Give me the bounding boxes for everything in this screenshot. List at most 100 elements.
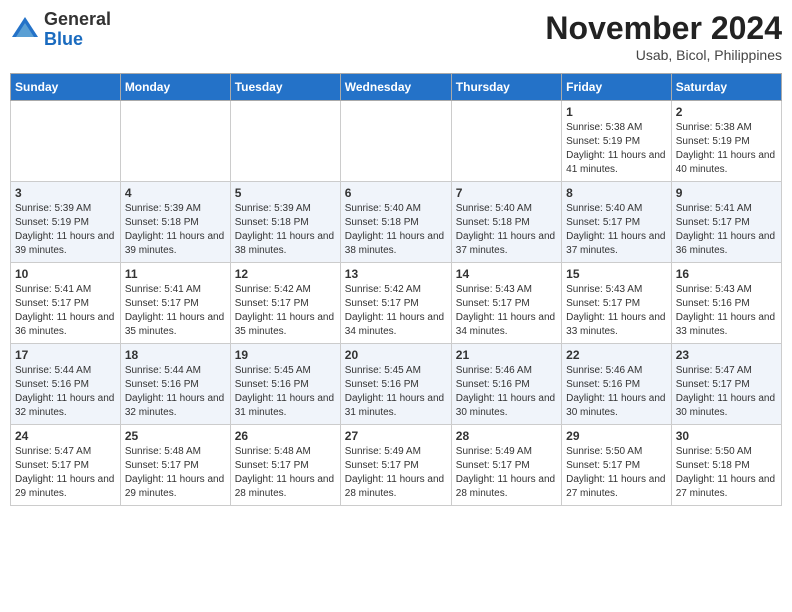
- day-info: Sunrise: 5:39 AM Sunset: 5:19 PM Dayligh…: [15, 202, 116, 258]
- calendar-cell: 8 Sunrise: 5:40 AM Sunset: 5:17 PM Daylig…: [562, 182, 672, 263]
- calendar-cell: 22 Sunrise: 5:46 AM Sunset: 5:16 PM Dayli…: [562, 344, 672, 425]
- day-info: Sunrise: 5:48 AM Sunset: 5:17 PM Dayligh…: [125, 445, 226, 501]
- day-number: 26: [235, 429, 336, 443]
- logo-blue: Blue: [44, 30, 111, 50]
- calendar-cell: 12Sunrise: 5:42 AM Sunset: 5:17 PM Dayli…: [230, 263, 340, 344]
- day-info: Sunrise: 5:40 AM Sunset: 5:17 PM Dayligh…: [566, 202, 667, 258]
- calendar-cell: 6 Sunrise: 5:40 AM Sunset: 5:18 PM Daylig…: [340, 182, 451, 263]
- calendar-cell: [340, 101, 451, 182]
- day-info: Sunrise: 5:41 AM Sunset: 5:17 PM Dayligh…: [676, 202, 777, 258]
- day-number: 17: [15, 348, 116, 362]
- calendar-cell: 7Sunrise: 5:40 AM Sunset: 5:18 PM Daylig…: [451, 182, 561, 263]
- day-info: Sunrise: 5:45 AM Sunset: 5:16 PM Dayligh…: [235, 364, 336, 420]
- day-number: 16: [676, 267, 777, 281]
- logo-text: General Blue: [44, 10, 111, 50]
- calendar-cell: 19 Sunrise: 5:45 AM Sunset: 5:16 PM Dayli…: [230, 344, 340, 425]
- day-number: 10: [15, 267, 116, 281]
- calendar-body: 1 Sunrise: 5:38 AM Sunset: 5:19 PM Daylig…: [11, 101, 782, 506]
- calendar-cell: 11Sunrise: 5:41 AM Sunset: 5:17 PM Dayli…: [120, 263, 230, 344]
- calendar-cell: 21Sunrise: 5:46 AM Sunset: 5:16 PM Dayli…: [451, 344, 561, 425]
- week-row-2: 3 Sunrise: 5:39 AM Sunset: 5:19 PM Daylig…: [11, 182, 782, 263]
- day-info: Sunrise: 5:47 AM Sunset: 5:17 PM Dayligh…: [676, 364, 777, 420]
- location-subtitle: Usab, Bicol, Philippines: [545, 47, 782, 63]
- day-number: 19: [235, 348, 336, 362]
- day-number: 25: [125, 429, 226, 443]
- calendar-cell: 13 Sunrise: 5:42 AM Sunset: 5:17 PM Dayli…: [340, 263, 451, 344]
- week-row-1: 1 Sunrise: 5:38 AM Sunset: 5:19 PM Daylig…: [11, 101, 782, 182]
- day-number: 12: [235, 267, 336, 281]
- day-number: 11: [125, 267, 226, 281]
- calendar-cell: 2 Sunrise: 5:38 AM Sunset: 5:19 PM Daylig…: [671, 101, 781, 182]
- day-number: 29: [566, 429, 667, 443]
- logo-general: General: [44, 10, 111, 30]
- day-info: Sunrise: 5:40 AM Sunset: 5:18 PM Dayligh…: [345, 202, 447, 258]
- day-info: Sunrise: 5:49 AM Sunset: 5:17 PM Dayligh…: [345, 445, 447, 501]
- day-info: Sunrise: 5:44 AM Sunset: 5:16 PM Dayligh…: [15, 364, 116, 420]
- calendar-cell: 20 Sunrise: 5:45 AM Sunset: 5:16 PM Dayli…: [340, 344, 451, 425]
- day-info: Sunrise: 5:44 AM Sunset: 5:16 PM Dayligh…: [125, 364, 226, 420]
- calendar-cell: 17 Sunrise: 5:44 AM Sunset: 5:16 PM Dayli…: [11, 344, 121, 425]
- day-number: 13: [345, 267, 447, 281]
- day-number: 14: [456, 267, 557, 281]
- calendar-cell: 24 Sunrise: 5:47 AM Sunset: 5:17 PM Dayli…: [11, 425, 121, 506]
- calendar-cell: 18Sunrise: 5:44 AM Sunset: 5:16 PM Dayli…: [120, 344, 230, 425]
- calendar-cell: [120, 101, 230, 182]
- day-info: Sunrise: 5:42 AM Sunset: 5:17 PM Dayligh…: [345, 283, 447, 339]
- calendar-table: SundayMondayTuesdayWednesdayThursdayFrid…: [10, 73, 782, 506]
- logo: General Blue: [10, 10, 111, 50]
- day-number: 28: [456, 429, 557, 443]
- calendar-header: SundayMondayTuesdayWednesdayThursdayFrid…: [11, 74, 782, 101]
- day-info: Sunrise: 5:43 AM Sunset: 5:16 PM Dayligh…: [676, 283, 777, 339]
- calendar-cell: 23 Sunrise: 5:47 AM Sunset: 5:17 PM Dayli…: [671, 344, 781, 425]
- day-info: Sunrise: 5:50 AM Sunset: 5:17 PM Dayligh…: [566, 445, 667, 501]
- calendar-cell: 28Sunrise: 5:49 AM Sunset: 5:17 PM Dayli…: [451, 425, 561, 506]
- page-header: General Blue November 2024 Usab, Bicol, …: [10, 10, 782, 63]
- week-row-5: 24 Sunrise: 5:47 AM Sunset: 5:17 PM Dayli…: [11, 425, 782, 506]
- calendar-cell: 1 Sunrise: 5:38 AM Sunset: 5:19 PM Daylig…: [562, 101, 672, 182]
- day-number: 1: [566, 105, 667, 119]
- calendar-cell: 25 Sunrise: 5:48 AM Sunset: 5:17 PM Dayli…: [120, 425, 230, 506]
- day-number: 4: [125, 186, 226, 200]
- day-info: Sunrise: 5:38 AM Sunset: 5:19 PM Dayligh…: [566, 121, 667, 177]
- column-header-wednesday: Wednesday: [340, 74, 451, 101]
- day-info: Sunrise: 5:41 AM Sunset: 5:17 PM Dayligh…: [15, 283, 116, 339]
- logo-icon: [10, 15, 40, 45]
- day-number: 7: [456, 186, 557, 200]
- day-number: 22: [566, 348, 667, 362]
- day-number: 24: [15, 429, 116, 443]
- day-number: 3: [15, 186, 116, 200]
- day-info: Sunrise: 5:46 AM Sunset: 5:16 PM Dayligh…: [566, 364, 667, 420]
- day-number: 6: [345, 186, 447, 200]
- day-number: 23: [676, 348, 777, 362]
- week-row-4: 17 Sunrise: 5:44 AM Sunset: 5:16 PM Dayli…: [11, 344, 782, 425]
- day-number: 8: [566, 186, 667, 200]
- day-number: 20: [345, 348, 447, 362]
- day-info: Sunrise: 5:50 AM Sunset: 5:18 PM Dayligh…: [676, 445, 777, 501]
- day-info: Sunrise: 5:45 AM Sunset: 5:16 PM Dayligh…: [345, 364, 447, 420]
- column-header-friday: Friday: [562, 74, 672, 101]
- calendar-cell: 4Sunrise: 5:39 AM Sunset: 5:18 PM Daylig…: [120, 182, 230, 263]
- day-number: 2: [676, 105, 777, 119]
- day-info: Sunrise: 5:43 AM Sunset: 5:17 PM Dayligh…: [566, 283, 667, 339]
- day-info: Sunrise: 5:47 AM Sunset: 5:17 PM Dayligh…: [15, 445, 116, 501]
- day-info: Sunrise: 5:38 AM Sunset: 5:19 PM Dayligh…: [676, 121, 777, 177]
- day-number: 27: [345, 429, 447, 443]
- day-number: 21: [456, 348, 557, 362]
- header-row: SundayMondayTuesdayWednesdayThursdayFrid…: [11, 74, 782, 101]
- calendar-cell: 30 Sunrise: 5:50 AM Sunset: 5:18 PM Dayli…: [671, 425, 781, 506]
- calendar-cell: 5Sunrise: 5:39 AM Sunset: 5:18 PM Daylig…: [230, 182, 340, 263]
- calendar-cell: 10 Sunrise: 5:41 AM Sunset: 5:17 PM Dayli…: [11, 263, 121, 344]
- day-number: 15: [566, 267, 667, 281]
- column-header-tuesday: Tuesday: [230, 74, 340, 101]
- calendar-cell: [230, 101, 340, 182]
- calendar-cell: 15 Sunrise: 5:43 AM Sunset: 5:17 PM Dayli…: [562, 263, 672, 344]
- day-number: 9: [676, 186, 777, 200]
- column-header-saturday: Saturday: [671, 74, 781, 101]
- calendar-cell: 27 Sunrise: 5:49 AM Sunset: 5:17 PM Dayli…: [340, 425, 451, 506]
- calendar-cell: 9 Sunrise: 5:41 AM Sunset: 5:17 PM Daylig…: [671, 182, 781, 263]
- day-number: 30: [676, 429, 777, 443]
- column-header-sunday: Sunday: [11, 74, 121, 101]
- day-info: Sunrise: 5:48 AM Sunset: 5:17 PM Dayligh…: [235, 445, 336, 501]
- day-info: Sunrise: 5:39 AM Sunset: 5:18 PM Dayligh…: [235, 202, 336, 258]
- month-year-title: November 2024: [545, 10, 782, 47]
